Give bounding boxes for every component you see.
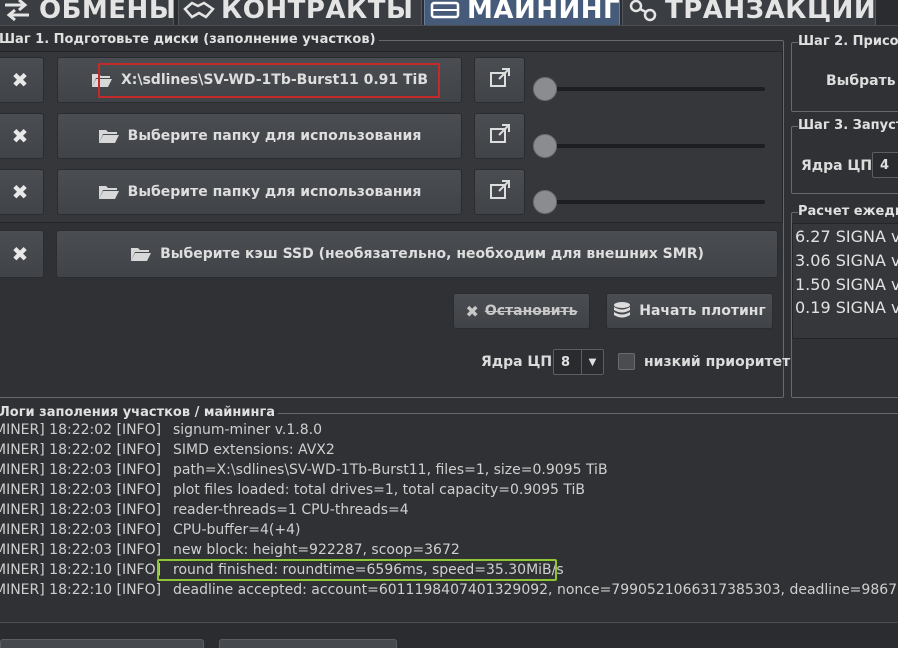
daily-title: Расчет ежедн	[798, 204, 898, 220]
tab-contracts-label: КОНТРАКТЫ	[221, 0, 414, 25]
tab-mining-label: МАЙНИНГ	[467, 0, 621, 25]
open-drive-button-1[interactable]	[474, 57, 525, 103]
tab-transactions-label: ТРАНЗАКЦИИ	[665, 0, 877, 25]
step1-title: Шаг 1. Подготовьте диски (заполнение уча…	[0, 32, 379, 48]
drive-folder-label-3: Выберите папку для использования	[127, 184, 422, 200]
external-link-icon	[489, 124, 511, 148]
folder-open-icon	[98, 184, 120, 200]
bottom-button-1[interactable]	[0, 639, 204, 648]
low-priority-label: низкий приоритет	[644, 354, 791, 370]
cores-select[interactable]: 8 ▼	[553, 349, 604, 375]
drive-slider-2[interactable]	[533, 134, 765, 158]
step2-title: Шаг 2. Присое	[798, 34, 898, 50]
drive-folder-button-1[interactable]: X:\sdlines\SV-WD-1Tb-Burst11 0.91 TiB	[57, 57, 462, 103]
step3-cores-value: 4	[880, 157, 890, 173]
log-title: Логи заполения участков / майнинга	[0, 405, 279, 421]
drive-folder-label-2: Выберите папку для использования	[127, 128, 422, 144]
close-icon: ✖	[465, 301, 479, 321]
remove-drive-button-1[interactable]: ✖	[0, 57, 44, 103]
cores-value: 8	[561, 354, 571, 370]
slider-track	[543, 87, 765, 91]
daily-line-1: 6.27 SIGNA v	[795, 227, 898, 246]
slider-track	[543, 200, 765, 204]
tab-exchanges[interactable]: ОБМЕНЫ	[0, 0, 177, 25]
slider-track	[543, 144, 765, 148]
slider-handle[interactable]	[533, 134, 557, 158]
drive-folder-label-1: X:\sdlines\SV-WD-1Tb-Burst11 0.91 TiB	[120, 72, 429, 88]
tab-contracts[interactable]: КОНТРАКТЫ	[178, 0, 422, 25]
cache-folder-label: Выберите кэш SSD (необязательно, необход…	[160, 246, 704, 262]
tab-bar: ОБМЕНЫ КОНТРАКТЫ МАЙНИНГ ТРАНЗАКЦИИ	[0, 0, 898, 26]
bottom-bar	[0, 622, 898, 648]
low-priority-checkbox[interactable]	[618, 353, 635, 370]
bottom-button-2[interactable]	[219, 639, 397, 648]
stop-label: Остановить	[484, 303, 578, 319]
open-drive-button-2[interactable]	[474, 113, 525, 159]
tab-exchanges-label: ОБМЕНЫ	[39, 0, 177, 25]
close-icon: ✖	[11, 242, 29, 266]
step2-select-button[interactable]: Выбрать в	[826, 73, 898, 89]
database-icon	[613, 301, 631, 321]
remove-cache-button[interactable]: ✖	[0, 230, 44, 278]
stop-button[interactable]: ✖ Остановить	[453, 293, 590, 329]
tab-transactions[interactable]: ТРАНЗАКЦИИ	[622, 0, 877, 25]
drive-icon	[429, 0, 461, 23]
start-plotting-label: Начать плотинг	[639, 303, 766, 319]
close-icon: ✖	[11, 180, 29, 204]
step3-cores-select[interactable]: 4	[872, 152, 898, 178]
step3-cores-label: Ядра ЦП	[801, 158, 873, 174]
daily-line-3: 1.50 SIGNA v	[795, 275, 898, 294]
drive-slider-3[interactable]	[533, 190, 765, 214]
chevron-down-icon: ▼	[581, 350, 603, 374]
remove-drive-button-2[interactable]: ✖	[0, 113, 44, 159]
external-link-icon	[489, 180, 511, 204]
drive-folder-button-2[interactable]: Выберите папку для использования	[57, 113, 462, 159]
remove-drive-button-3[interactable]: ✖	[0, 169, 44, 215]
external-link-icon	[489, 68, 511, 92]
close-icon: ✖	[11, 124, 29, 148]
drive-folder-button-3[interactable]: Выберите папку для использования	[57, 169, 462, 215]
folder-open-icon	[98, 128, 120, 144]
drive-slider-1[interactable]	[533, 77, 765, 101]
cache-folder-button[interactable]: Выберите кэш SSD (необязательно, необход…	[56, 230, 778, 278]
start-plotting-button[interactable]: Начать плотинг	[606, 293, 773, 329]
handshake-icon	[183, 0, 215, 23]
folder-open-icon	[91, 72, 113, 88]
cores-label: Ядра ЦП	[481, 354, 553, 370]
transactions-icon	[627, 0, 659, 23]
exchange-icon	[1, 0, 33, 23]
step3-title: Шаг 3. Запуст	[798, 118, 898, 134]
daily-line-4: 0.19 SIGNA v	[795, 298, 898, 317]
close-icon: ✖	[11, 68, 29, 92]
slider-handle[interactable]	[533, 77, 557, 101]
open-drive-button-3[interactable]	[474, 169, 525, 215]
log-view[interactable]: MINER] 18:22:02 [INFO] signum-miner v.1.…	[0, 420, 898, 620]
slider-handle[interactable]	[533, 190, 557, 214]
daily-line-2: 3.06 SIGNA v	[795, 251, 898, 270]
tab-mining[interactable]: МАЙНИНГ	[424, 0, 621, 25]
folder-open-icon	[130, 246, 152, 262]
